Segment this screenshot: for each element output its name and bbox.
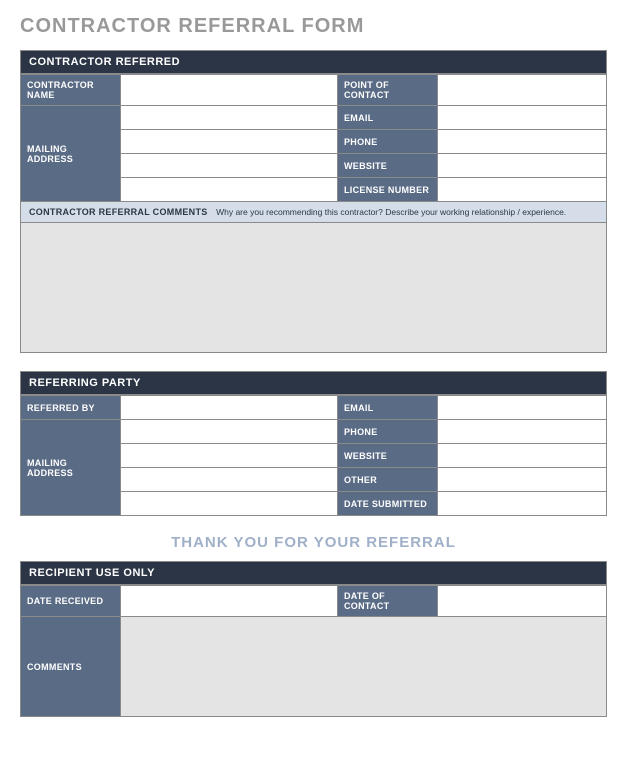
input-date-received[interactable]	[121, 586, 338, 617]
comments-hint: Why are you recommending this contractor…	[216, 207, 566, 217]
label-website: WEBSITE	[338, 154, 438, 178]
input-ref-mailing-3[interactable]	[121, 468, 338, 492]
label-date-of-contact: DATE OF CONTACT	[338, 586, 438, 617]
section-header-contractor: CONTRACTOR REFERRED	[20, 50, 607, 74]
label-ref-other: OTHER	[338, 468, 438, 492]
label-mailing-address: MAILING ADDRESS	[21, 106, 121, 202]
input-license-number[interactable]	[438, 178, 607, 202]
input-date-of-contact[interactable]	[438, 586, 607, 617]
thank-you-message: THANK YOU FOR YOUR REFERRAL	[20, 534, 607, 551]
label-ref-mailing-address: MAILING ADDRESS	[21, 420, 121, 516]
page-title: CONTRACTOR REFERRAL FORM	[20, 15, 607, 38]
label-ref-email: EMAIL	[338, 396, 438, 420]
contractor-table: CONTRACTOR NAME POINT OF CONTACT MAILING…	[20, 74, 607, 202]
referring-table: REFERRED BY EMAIL MAILING ADDRESS PHONE …	[20, 395, 607, 516]
label-ref-phone: PHONE	[338, 420, 438, 444]
input-referral-comments[interactable]	[20, 223, 607, 353]
input-recipient-comments[interactable]	[121, 617, 607, 717]
input-ref-website[interactable]	[438, 444, 607, 468]
label-email: EMAIL	[338, 106, 438, 130]
input-mailing-address-1[interactable]	[121, 106, 338, 130]
input-email[interactable]	[438, 106, 607, 130]
input-ref-mailing-1[interactable]	[121, 420, 338, 444]
section-contractor-referred: CONTRACTOR REFERRED CONTRACTOR NAME POIN…	[20, 50, 607, 353]
input-ref-other[interactable]	[438, 468, 607, 492]
input-ref-mailing-2[interactable]	[121, 444, 338, 468]
label-license-number: LICENSE NUMBER	[338, 178, 438, 202]
input-contractor-name[interactable]	[121, 75, 338, 106]
input-mailing-address-3[interactable]	[121, 154, 338, 178]
input-ref-mailing-4[interactable]	[121, 492, 338, 516]
section-referring-party: REFERRING PARTY REFERRED BY EMAIL MAILIN…	[20, 371, 607, 516]
label-point-of-contact: POINT OF CONTACT	[338, 75, 438, 106]
input-ref-email[interactable]	[438, 396, 607, 420]
label-referred-by: REFERRED BY	[21, 396, 121, 420]
comments-header: CONTRACTOR REFERRAL COMMENTS Why are you…	[20, 202, 607, 223]
section-recipient-use: RECIPIENT USE ONLY DATE RECEIVED DATE OF…	[20, 561, 607, 717]
section-header-recipient: RECIPIENT USE ONLY	[20, 561, 607, 585]
label-date-submitted: DATE SUBMITTED	[338, 492, 438, 516]
input-referred-by[interactable]	[121, 396, 338, 420]
input-date-submitted[interactable]	[438, 492, 607, 516]
label-phone: PHONE	[338, 130, 438, 154]
input-point-of-contact[interactable]	[438, 75, 607, 106]
label-contractor-name: CONTRACTOR NAME	[21, 75, 121, 106]
input-ref-phone[interactable]	[438, 420, 607, 444]
input-mailing-address-4[interactable]	[121, 178, 338, 202]
label-ref-website: WEBSITE	[338, 444, 438, 468]
recipient-table: DATE RECEIVED DATE OF CONTACT COMMENTS	[20, 585, 607, 717]
input-website[interactable]	[438, 154, 607, 178]
comments-label: CONTRACTOR REFERRAL COMMENTS	[29, 207, 208, 217]
section-header-referring: REFERRING PARTY	[20, 371, 607, 395]
input-phone[interactable]	[438, 130, 607, 154]
label-recipient-comments: COMMENTS	[21, 617, 121, 717]
label-date-received: DATE RECEIVED	[21, 586, 121, 617]
input-mailing-address-2[interactable]	[121, 130, 338, 154]
